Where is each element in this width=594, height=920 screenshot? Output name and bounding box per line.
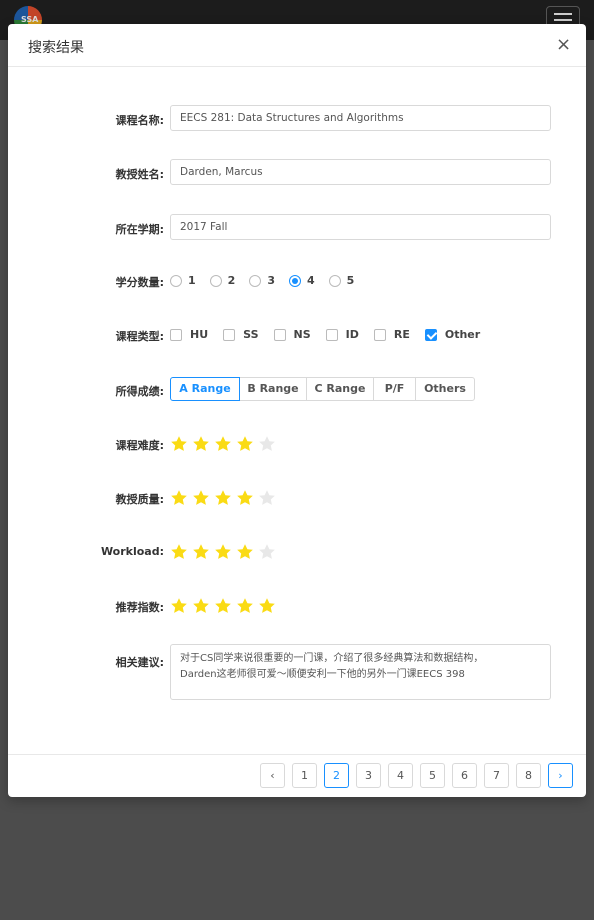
prof-quality-label: 教授质量: <box>115 493 164 506</box>
comments-textarea[interactable]: 对于CS同学来说很重要的一门课，介绍了很多经典算法和数据结构， Darden这老… <box>170 644 551 700</box>
workload-label: Workload: <box>100 545 164 558</box>
modal-header: 搜索结果 × <box>8 24 586 67</box>
page-button-3[interactable]: 3 <box>356 763 381 788</box>
prev-page-button[interactable]: ‹ <box>260 763 285 788</box>
page-button-6[interactable]: 6 <box>452 763 477 788</box>
recommend-star-rating[interactable] <box>170 597 280 615</box>
workload-star-rating[interactable] <box>170 543 280 561</box>
star-icon[interactable] <box>170 435 192 453</box>
grade-label: 所得成绩: <box>115 385 164 398</box>
difficulty-star-rating[interactable] <box>170 435 280 453</box>
credit-option-label: 2 <box>227 274 236 287</box>
course-type-checkbox-other[interactable] <box>424 328 437 341</box>
credit-radio-5[interactable] <box>328 274 341 287</box>
star-icon[interactable] <box>192 435 214 453</box>
star-icon[interactable] <box>192 489 214 507</box>
course-type-checkbox-hu[interactable] <box>170 328 182 341</box>
comments-line-2: Darden这老师很可爱～顺便安利一下他的另外一门课EECS 398 <box>180 669 465 680</box>
prof-quality-star-rating[interactable] <box>170 489 280 507</box>
star-icon[interactable] <box>192 543 214 561</box>
star-icon[interactable] <box>214 435 236 453</box>
course-type-label: 课程类型: <box>115 330 164 343</box>
credits-radio-group: 1 2 3 4 5 <box>170 274 368 287</box>
star-icon[interactable] <box>214 543 236 561</box>
course-type-checkbox-ns[interactable] <box>273 328 286 341</box>
course-type-checkbox-ss[interactable] <box>223 328 236 341</box>
star-icon[interactable] <box>258 543 280 561</box>
page-button-1[interactable]: 1 <box>292 763 317 788</box>
star-icon[interactable] <box>170 543 192 561</box>
star-icon[interactable] <box>170 597 192 615</box>
term-field[interactable]: 2017 Fall <box>170 214 551 240</box>
modal-title: 搜索结果 <box>28 40 84 56</box>
course-type-option-label: Other <box>444 328 481 341</box>
logo-text: SSA <box>21 15 39 24</box>
credits-label: 学分数量: <box>115 276 164 289</box>
search-result-modal: 搜索结果 × 课程名称: EECS 281: Data Structures a… <box>8 24 586 797</box>
professor-field[interactable]: Darden, Marcus <box>170 159 551 185</box>
star-icon[interactable] <box>214 597 236 615</box>
course-type-option-label: RE <box>393 328 410 341</box>
course-type-option-label: ID <box>345 328 359 341</box>
star-icon[interactable] <box>214 489 236 507</box>
page-button-8[interactable]: 8 <box>516 763 541 788</box>
grade-option-button[interactable]: Others <box>415 377 475 401</box>
star-icon[interactable] <box>236 597 258 615</box>
pagination: ‹ 1 2 3 4 5 6 7 8 › <box>253 763 573 788</box>
comments-line-1: 对于CS同学来说很重要的一门课，介绍了很多经典算法和数据结构， <box>180 653 484 664</box>
star-icon[interactable] <box>236 435 258 453</box>
page-button-7[interactable]: 7 <box>484 763 509 788</box>
grade-option-button[interactable]: C Range <box>306 377 374 401</box>
course-type-option-label: NS <box>293 328 311 341</box>
credit-option-label: 5 <box>346 274 355 287</box>
page-button-5[interactable]: 5 <box>420 763 445 788</box>
credit-radio-1[interactable] <box>170 274 182 287</box>
star-icon[interactable] <box>258 435 280 453</box>
comments-label: 相关建议: <box>115 656 164 669</box>
course-type-checkbox-group: HU SS NS ID RE Other <box>170 328 495 341</box>
recommend-label: 推荐指数: <box>115 601 164 614</box>
credit-option-label: 4 <box>306 274 315 287</box>
course-type-checkbox-re[interactable] <box>373 328 386 341</box>
course-type-checkbox-id[interactable] <box>325 328 338 341</box>
close-icon[interactable]: × <box>556 36 571 54</box>
next-page-button[interactable]: › <box>548 763 573 788</box>
professor-label: 教授姓名: <box>115 168 164 181</box>
page-button-4[interactable]: 4 <box>388 763 413 788</box>
credit-radio-4[interactable] <box>288 274 301 287</box>
difficulty-label: 课程难度: <box>115 439 164 452</box>
credit-option-label: 3 <box>267 274 275 287</box>
course-type-option-label: HU <box>190 328 209 341</box>
star-icon[interactable] <box>258 489 280 507</box>
grade-option-button[interactable]: B Range <box>239 377 307 401</box>
grade-option-button[interactable]: P/F <box>373 377 416 401</box>
course-type-option-label: SS <box>243 328 259 341</box>
grade-option-button[interactable]: A Range <box>170 377 240 401</box>
star-icon[interactable] <box>258 597 280 615</box>
credit-radio-3[interactable] <box>249 274 262 287</box>
credit-radio-2[interactable] <box>209 274 222 287</box>
course-name-field[interactable]: EECS 281: Data Structures and Algorithms <box>170 105 551 131</box>
star-icon[interactable] <box>236 489 258 507</box>
star-icon[interactable] <box>236 543 258 561</box>
credit-option-label: 1 <box>188 274 196 287</box>
page-button-2[interactable]: 2 <box>324 763 349 788</box>
star-icon[interactable] <box>192 597 214 615</box>
term-label: 所在学期: <box>115 223 164 236</box>
course-name-label: 课程名称: <box>115 114 164 127</box>
modal-footer: ‹ 1 2 3 4 5 6 7 8 › <box>8 754 586 797</box>
star-icon[interactable] <box>170 489 192 507</box>
grade-segmented-control: A Range B Range C Range P/F Others <box>170 377 475 401</box>
